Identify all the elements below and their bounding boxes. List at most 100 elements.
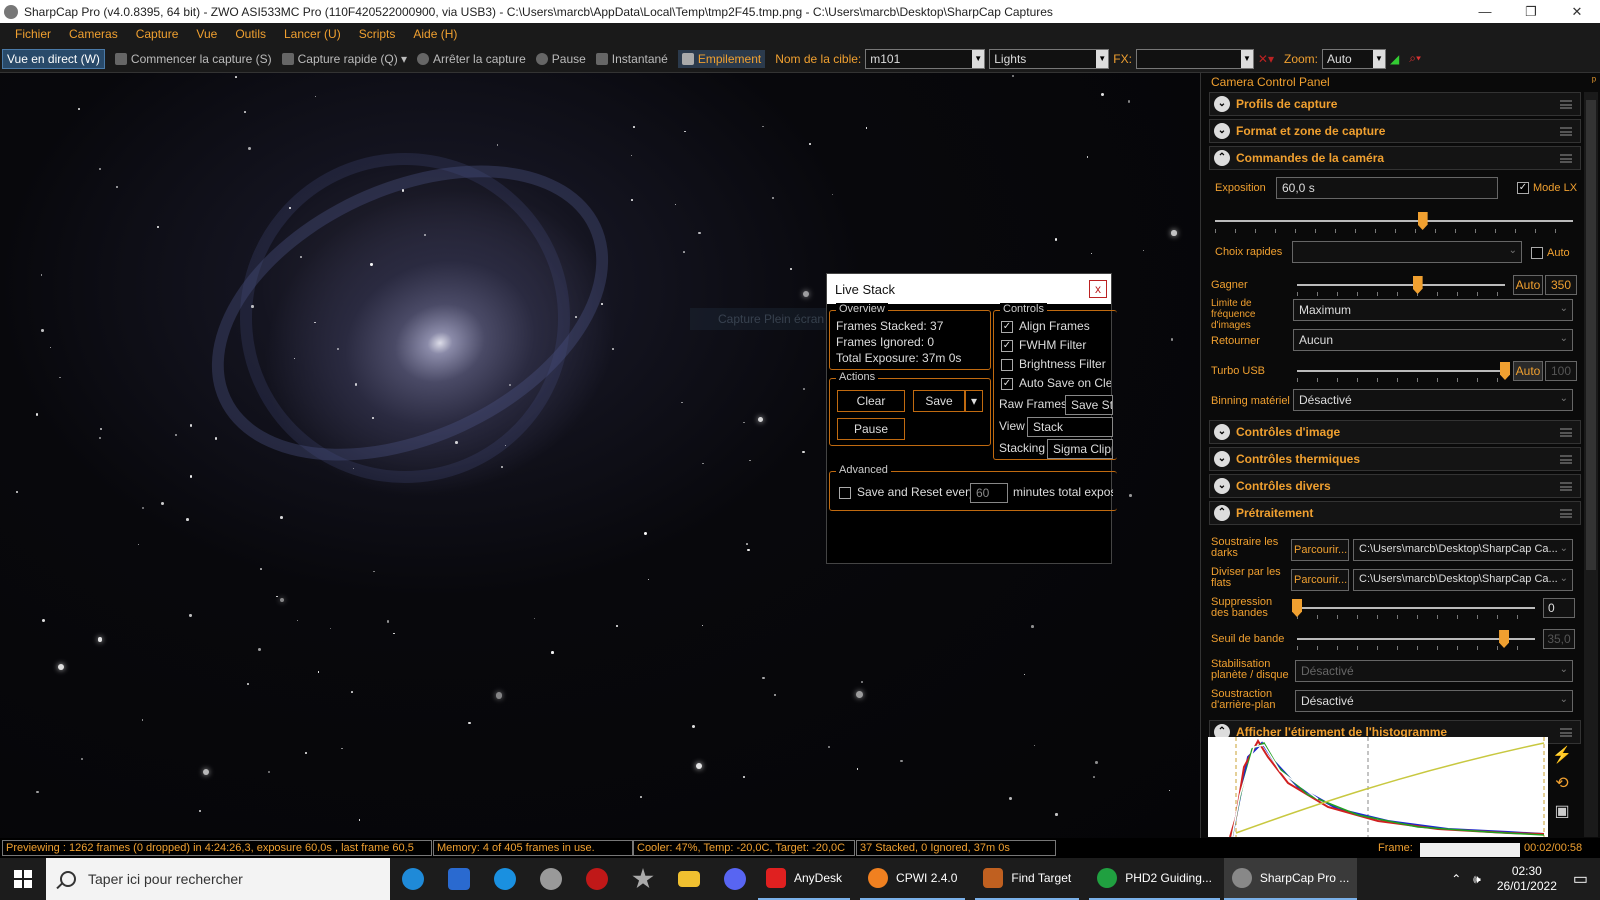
start-button[interactable] <box>0 858 46 900</box>
pin-icon[interactable]: ᵖ <box>1592 75 1596 87</box>
chevron-up-icon[interactable]: ⌃ <box>1451 872 1461 886</box>
save-dropdown-button[interactable]: ▾ <box>965 390 983 412</box>
planet-stab-select[interactable]: Désactivé ⌄ <box>1295 660 1573 682</box>
section-format[interactable]: ⌄ Format et zone de capture <box>1209 119 1581 143</box>
gain-value-input[interactable]: 350 <box>1545 275 1577 295</box>
auto-save-checkbox[interactable]: ✓ <box>1001 378 1013 390</box>
turbo-usb-slider[interactable] <box>1297 370 1505 372</box>
menu-icon[interactable] <box>1560 127 1572 136</box>
gain-slider[interactable] <box>1297 284 1505 286</box>
menu-fichier[interactable]: Fichier <box>15 27 51 41</box>
browse-darks-button[interactable]: Parcourir... <box>1291 539 1349 561</box>
reticle-icon[interactable]: ✕▾ <box>1258 52 1274 66</box>
reset-icon[interactable]: ⟲ <box>1550 773 1574 793</box>
close-icon[interactable]: x <box>1089 280 1107 298</box>
folder-icon[interactable] <box>666 858 712 900</box>
taskbar-phd2[interactable]: PHD2 Guiding... <box>1089 858 1220 900</box>
stop-capture-button[interactable]: Arrêter la capture <box>417 52 526 66</box>
magnifier-icon[interactable]: ⌕▾ <box>1409 51 1421 66</box>
menu-vue[interactable]: Vue <box>196 27 217 41</box>
frame-type-select[interactable]: Lights ▼ <box>989 48 1110 69</box>
snapshot-button[interactable]: Instantané <box>595 52 668 66</box>
stacking-button[interactable]: Empilement <box>677 49 766 68</box>
quick-capture-button[interactable]: Capture rapide (Q) ▾ <box>281 52 407 66</box>
chevron-down-icon[interactable]: ▼ <box>1240 49 1253 68</box>
histogram-display[interactable] <box>1208 737 1548 838</box>
volume-icon[interactable]: 🕪 <box>1473 872 1481 887</box>
app-icon[interactable] <box>574 858 620 900</box>
chevron-down-icon[interactable]: ⌄ <box>1214 478 1230 494</box>
menu-icon[interactable] <box>1560 455 1572 464</box>
darks-path-select[interactable]: C:\Users\marcb\Desktop\SharpCap Ca... ⌄ <box>1353 539 1573 561</box>
menu-icon[interactable] <box>1560 154 1572 163</box>
menu-icon[interactable] <box>1560 100 1572 109</box>
frame-progress-bar[interactable] <box>1420 843 1520 857</box>
star-icon[interactable] <box>620 858 666 900</box>
taskbar-anydesk[interactable]: AnyDesk <box>758 858 851 900</box>
taskbar-cpwi[interactable]: CPWI 2.4.0 <box>860 858 966 900</box>
pause-stack-button[interactable]: Pause <box>837 418 905 440</box>
raw-frames-select[interactable]: Save St <box>1065 395 1113 415</box>
exposure-input[interactable]: 60,0 s <box>1276 177 1498 199</box>
fx-select[interactable]: ▼ <box>1135 48 1254 69</box>
fwhm-filter-checkbox[interactable]: ✓ <box>1001 340 1013 352</box>
menu-icon[interactable] <box>1560 482 1572 491</box>
brightness-filter-checkbox[interactable] <box>1001 359 1013 371</box>
align-frames-checkbox[interactable]: ✓ <box>1001 321 1013 333</box>
binning-select[interactable]: Désactivé ⌄ <box>1293 389 1573 411</box>
maximize-button[interactable]: ❐ <box>1508 0 1554 23</box>
pause-button[interactable]: Pause <box>535 52 586 66</box>
chevron-down-icon[interactable]: ⌄ <box>1214 451 1230 467</box>
taskbar-find-target[interactable]: Find Target <box>975 858 1080 900</box>
turbo-auto-button[interactable]: Auto <box>1513 361 1543 381</box>
menu-scripts[interactable]: Scripts <box>359 27 396 41</box>
turbo-value-input[interactable]: 100 <box>1545 361 1577 381</box>
view-select[interactable]: Stack <box>1027 417 1113 437</box>
chevron-down-icon[interactable]: ⌄ <box>1214 96 1230 112</box>
quick-choice-select[interactable]: ⌄ <box>1292 241 1522 263</box>
start-capture-button[interactable]: Commencer la capture (S) <box>114 52 272 66</box>
menu-icon[interactable] <box>1560 509 1572 518</box>
chevron-down-icon[interactable]: ▼ <box>1096 49 1109 68</box>
chevron-down-icon[interactable]: ⌄ <box>1214 123 1230 139</box>
chevron-down-icon[interactable]: ▼ <box>972 49 985 68</box>
minutes-stepper[interactable]: 60 <box>970 483 1008 503</box>
minimize-button[interactable]: — <box>1462 0 1508 23</box>
threshold-value-input[interactable]: 35,0 <box>1543 629 1575 649</box>
app-icon[interactable] <box>436 858 482 900</box>
section-profiles[interactable]: ⌄ Profils de capture <box>1209 92 1581 116</box>
target-name-input[interactable]: m101 ▼ <box>865 48 986 69</box>
section-misc[interactable]: ⌄ Contrôles divers <box>1209 474 1581 498</box>
scrollbar-thumb[interactable] <box>1586 100 1596 570</box>
notifications-icon[interactable]: ▭ <box>1573 869 1588 889</box>
menu-outils[interactable]: Outils <box>235 27 266 41</box>
menu-capture[interactable]: Capture <box>136 27 179 41</box>
background-sub-select[interactable]: Désactivé ⌄ <box>1295 690 1573 712</box>
close-window-button[interactable]: ✕ <box>1554 0 1600 23</box>
menu-cameras[interactable]: Cameras <box>69 27 118 41</box>
frame-limit-select[interactable]: Maximum ⌄ <box>1293 299 1573 321</box>
gain-auto-button[interactable]: Auto <box>1513 275 1543 295</box>
live-view-button[interactable]: Vue en direct (W) <box>2 48 105 69</box>
stacking-mode-select[interactable]: Sigma Clipp <box>1047 439 1113 459</box>
lightning-icon[interactable]: ⚡ <box>1550 745 1574 765</box>
app-icon[interactable] <box>528 858 574 900</box>
menu-icon[interactable] <box>1560 728 1572 737</box>
menu-lancer[interactable]: Lancer (U) <box>284 27 341 41</box>
histogram-icon[interactable]: ◢ <box>1390 52 1399 66</box>
zoom-select[interactable]: Auto ▼ <box>1322 48 1387 69</box>
clear-button[interactable]: Clear <box>837 390 905 412</box>
chevron-down-icon[interactable]: ⌄ <box>1214 424 1230 440</box>
auto-quick-checkbox[interactable] <box>1531 247 1543 259</box>
save-icon[interactable]: ▣ <box>1550 801 1574 821</box>
discord-icon[interactable] <box>712 858 758 900</box>
flip-select[interactable]: Aucun ⌄ <box>1293 329 1573 351</box>
chevron-up-icon[interactable]: ⌃ <box>1214 150 1230 166</box>
section-camera-controls[interactable]: ⌃ Commandes de la caméra <box>1209 146 1581 170</box>
taskbar-sharpcap[interactable]: SharpCap Pro ... <box>1223 858 1358 900</box>
banding-slider[interactable] <box>1297 607 1535 609</box>
lx-mode-checkbox[interactable]: ✓ <box>1517 182 1529 194</box>
section-preprocessing[interactable]: ⌃ Prétraitement <box>1209 501 1581 525</box>
save-reset-checkbox[interactable] <box>839 487 851 499</box>
banding-value-input[interactable]: 0 <box>1543 598 1575 618</box>
